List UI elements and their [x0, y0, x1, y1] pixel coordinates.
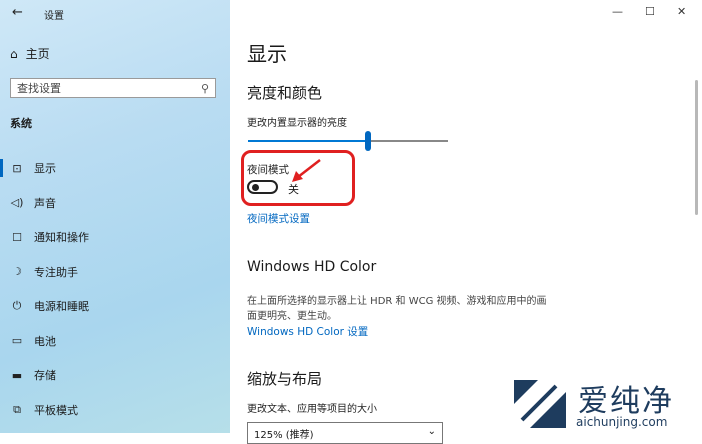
- scale-value: 125% (推荐): [254, 430, 314, 441]
- sidebar: ← 设置 ⌂ 主页 查找设置 ⚲ 系统 ⊡ 显示 ◁) 声音 ☐ 通知和操作 ☽…: [0, 0, 230, 433]
- watermark-logo: 爱纯净 aichunjing.com: [508, 376, 702, 433]
- home-label: 主页: [25, 47, 50, 61]
- sidebar-nav: ⊡ 显示 ◁) 声音 ☐ 通知和操作 ☽ 专注助手 ⏻ 电源和睡眠 ▭ 电池 ▬…: [0, 151, 230, 427]
- night-light-label: 夜间模式: [247, 164, 289, 176]
- sidebar-item-label: 声音: [34, 196, 56, 210]
- slider-thumb[interactable]: [365, 131, 371, 151]
- sidebar-item-label: 专注助手: [34, 265, 78, 279]
- home-link[interactable]: ⌂ 主页: [10, 45, 50, 62]
- close-button[interactable]: ✕: [677, 5, 686, 18]
- section-title: 系统: [10, 117, 32, 130]
- sidebar-item-sound[interactable]: ◁) 声音: [0, 186, 230, 221]
- sidebar-item-label: 电池: [34, 334, 56, 348]
- sidebar-item-power-sleep[interactable]: ⏻ 电源和睡眠: [0, 289, 230, 324]
- sidebar-item-focus-assist[interactable]: ☽ 专注助手: [0, 255, 230, 290]
- search-input[interactable]: 查找设置 ⚲: [10, 78, 216, 98]
- window-title: 设置: [44, 11, 64, 22]
- storage-icon: ▬: [11, 368, 23, 382]
- night-light-settings-link[interactable]: 夜间模式设置: [247, 211, 310, 226]
- watermark-icon: [514, 380, 566, 428]
- sidebar-item-tablet-mode[interactable]: ⧉ 平板模式: [0, 393, 230, 428]
- search-placeholder: 查找设置: [17, 82, 61, 95]
- battery-icon: ▭: [11, 334, 23, 348]
- night-light-toggle[interactable]: [247, 180, 278, 194]
- scale-header: 缩放与布局: [247, 370, 323, 388]
- sidebar-item-label: 通知和操作: [34, 231, 89, 245]
- main-content: — ☐ ✕ 显示 亮度和颜色 更改内置显示器的亮度 夜间模式 关 夜间模式设置 …: [230, 0, 702, 444]
- toggle-knob: [252, 184, 259, 191]
- scrollbar[interactable]: [695, 80, 698, 215]
- power-icon: ⏻: [12, 299, 22, 313]
- hdr-description-2: 面更明亮、更生动。: [247, 311, 337, 322]
- sidebar-item-label: 电源和睡眠: [34, 300, 89, 314]
- watermark-text: 爱纯净: [578, 384, 674, 419]
- watermark-url: aichunjing.com: [576, 415, 668, 429]
- sidebar-item-notifications[interactable]: ☐ 通知和操作: [0, 220, 230, 255]
- sidebar-item-label: 平板模式: [34, 403, 78, 417]
- hdr-description: 在上面所选择的显示器上让 HDR 和 WCG 视频、游戏和应用中的画: [247, 296, 547, 307]
- notification-icon: ☐: [12, 230, 22, 244]
- scale-label: 更改文本、应用等项目的大小: [247, 404, 377, 415]
- back-arrow-icon[interactable]: ←: [12, 5, 23, 20]
- tablet-icon: ⧉: [13, 402, 21, 416]
- chevron-down-icon: ⌄: [427, 426, 436, 437]
- maximize-button[interactable]: ☐: [645, 5, 655, 18]
- sidebar-item-label: 显示: [34, 162, 56, 176]
- sidebar-item-display[interactable]: ⊡ 显示: [0, 151, 230, 186]
- night-light-state: 关: [288, 183, 299, 196]
- hdr-settings-link[interactable]: Windows HD Color 设置: [247, 324, 368, 339]
- search-icon: ⚲: [200, 81, 209, 95]
- speaker-icon: ◁): [10, 196, 24, 210]
- moon-icon: ☽: [12, 265, 22, 279]
- sidebar-item-storage[interactable]: ▬ 存储: [0, 358, 230, 393]
- scale-dropdown[interactable]: 125% (推荐) ⌄: [247, 422, 443, 444]
- home-icon: ⌂: [10, 46, 18, 61]
- display-icon: ⊡: [12, 161, 22, 175]
- sidebar-item-battery[interactable]: ▭ 电池: [0, 324, 230, 359]
- hdr-header: Windows HD Color: [247, 259, 377, 275]
- sidebar-item-label: 存储: [34, 369, 56, 383]
- minimize-button[interactable]: —: [612, 5, 623, 18]
